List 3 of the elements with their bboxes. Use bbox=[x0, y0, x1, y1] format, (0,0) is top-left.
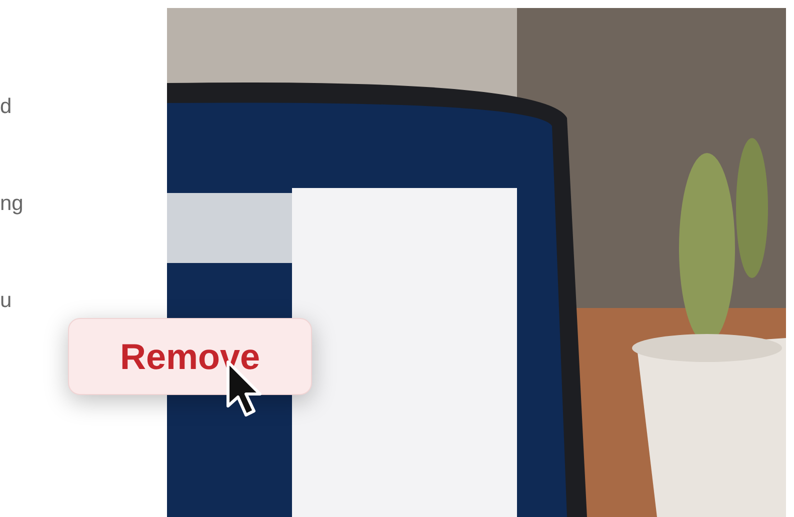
remove-button[interactable]: Remove bbox=[68, 318, 312, 395]
body-text: ng bbox=[0, 191, 24, 217]
body-text: d bbox=[0, 94, 13, 120]
